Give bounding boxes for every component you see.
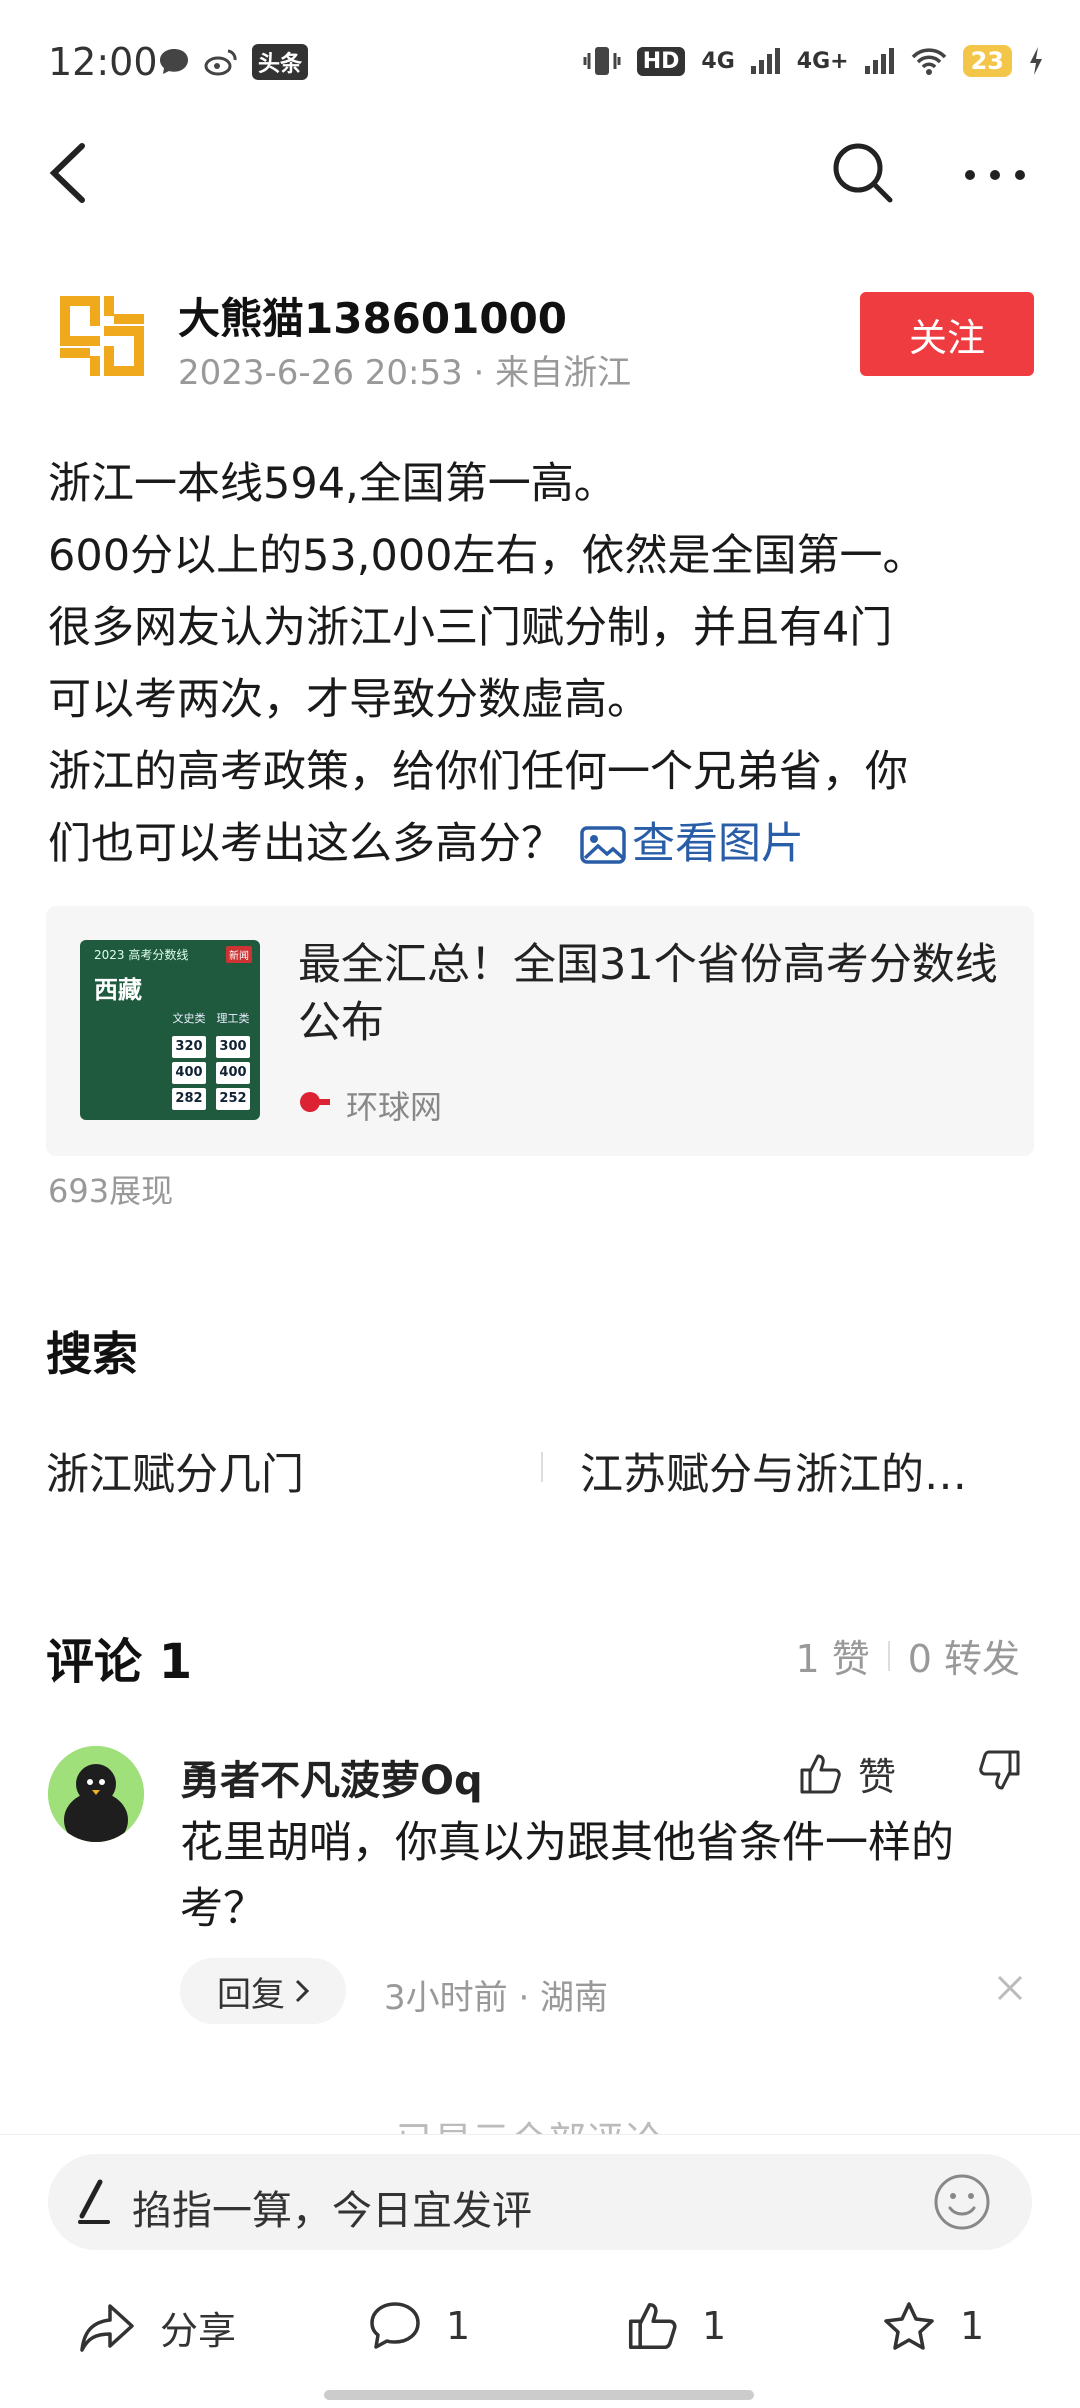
post-meta: 2023-6-26 20:53 · 来自浙江 bbox=[178, 353, 632, 393]
home-indicator[interactable] bbox=[324, 2390, 754, 2400]
post-body: 浙江一本线594,全国第一高。 600分以上的53,000左右，依然是全国第一。… bbox=[48, 448, 1048, 880]
signal-icon bbox=[864, 48, 894, 74]
charging-icon bbox=[1030, 47, 1042, 75]
signal-icon bbox=[750, 48, 780, 74]
vibrate-icon bbox=[583, 47, 621, 75]
search-suggestion[interactable]: 江苏赋分与浙江的… bbox=[580, 1440, 967, 1502]
thumb-col-header: 文史类 bbox=[172, 1012, 206, 1025]
avatar-image bbox=[52, 286, 152, 386]
reply-label: 回复 bbox=[217, 1974, 285, 2015]
back-button[interactable] bbox=[40, 138, 100, 208]
post-line: 浙江一本线594,全国第一高。 bbox=[48, 459, 617, 509]
hd-icon: HD bbox=[636, 46, 686, 76]
divider bbox=[541, 1452, 543, 1482]
share-icon bbox=[80, 2303, 134, 2352]
search-icon bbox=[833, 143, 893, 203]
status-notification-icons: 头条 bbox=[158, 44, 309, 80]
shares-count: 0 转发 bbox=[907, 1637, 1020, 1681]
comments-title: 评论 1 bbox=[46, 1634, 193, 1690]
post-line: 浙江的高考政策，给你们任何一个兄弟省，你 bbox=[48, 747, 908, 797]
article-thumbnail: 2023 高考分数线 新闻 西藏 文史类 理工类 320 300 400 400… bbox=[80, 940, 260, 1120]
message-icon bbox=[160, 49, 188, 74]
thumb-top-label: 2023 高考分数线 bbox=[94, 948, 189, 962]
link-card[interactable]: 2023 高考分数线 新闻 西藏 文史类 理工类 320 300 400 400… bbox=[46, 906, 1034, 1156]
more-button[interactable] bbox=[960, 150, 1030, 200]
view-image-link[interactable]: 查看图片 bbox=[564, 819, 804, 869]
chevron-right-icon bbox=[295, 1979, 309, 2003]
search-button[interactable] bbox=[828, 138, 898, 208]
post-line: 很多网友认为浙江小三门赋分制，并且有4门 bbox=[48, 603, 893, 653]
battery-level: 23 bbox=[962, 45, 1012, 77]
status-bar: 12:00 头条 HD 4G 4G+ 23 bbox=[0, 0, 1080, 120]
post-line: 可以考两次，才导致分数虚高。 bbox=[48, 675, 650, 725]
comment-text: 花里胡哨，你真以为跟其他省条件一样的考？ bbox=[180, 1818, 954, 1934]
avatar-image bbox=[48, 1746, 144, 1842]
comment-button[interactable]: 1 bbox=[368, 2300, 470, 2352]
network-4g-plus-label: 4G+ bbox=[796, 48, 849, 74]
comment-dislike-button[interactable] bbox=[978, 1746, 1026, 1802]
image-icon bbox=[580, 826, 626, 864]
like-button[interactable]: 1 bbox=[626, 2300, 726, 2352]
network-4g-label: 4G bbox=[701, 48, 735, 74]
thumb-cell: 320 bbox=[172, 1036, 206, 1058]
thumbs-up-icon bbox=[628, 2302, 677, 2350]
emoji-button[interactable] bbox=[932, 2172, 992, 2232]
more-icon bbox=[965, 170, 1025, 180]
comment-count: 1 bbox=[446, 2304, 471, 2348]
likes-count: 1 赞 bbox=[795, 1637, 870, 1681]
reply-button[interactable]: 回复 bbox=[180, 1958, 346, 2024]
post-stats: 1 赞 0 转发 bbox=[795, 1628, 1020, 1683]
thumb-cell: 282 bbox=[172, 1088, 206, 1110]
smile-icon bbox=[934, 2174, 990, 2230]
search-suggestion[interactable]: 浙江赋分几门 bbox=[46, 1440, 304, 1502]
commenter-avatar[interactable] bbox=[48, 1746, 144, 1842]
status-time: 12:00 bbox=[48, 40, 158, 84]
commenter-name[interactable]: 勇者不凡菠萝Oq bbox=[180, 1748, 483, 1806]
view-image-label: 查看图片 bbox=[632, 819, 804, 869]
impressions-count: 693展现 bbox=[48, 1172, 174, 1210]
toutiao-icon: 头条 bbox=[252, 44, 309, 80]
post-line: 600分以上的53,000左右，依然是全国第一。 bbox=[48, 531, 926, 581]
like-count: 1 bbox=[702, 2304, 727, 2348]
thumb-cell: 300 bbox=[216, 1036, 250, 1058]
comment-like-button[interactable]: 赞 bbox=[798, 1746, 896, 1801]
status-system-icons: HD 4G 4G+ 23 bbox=[583, 44, 1044, 78]
chevron-left-icon bbox=[49, 143, 85, 203]
share-button[interactable]: 分享 bbox=[78, 2300, 236, 2355]
divider bbox=[887, 1640, 890, 1671]
thumb-tag: 新闻 bbox=[226, 946, 252, 963]
post-line: 们也可以考出这么多高分？ bbox=[48, 819, 564, 869]
search-heading: 搜索 bbox=[46, 1327, 138, 1381]
pen-icon bbox=[78, 2179, 110, 2224]
post-last-line: 们也可以考出这么多高分？ 查看图片 bbox=[48, 808, 1048, 880]
comment-time-location: 3小时前 · 湖南 bbox=[384, 1978, 609, 2018]
author-avatar[interactable] bbox=[52, 286, 152, 386]
thumb-region: 西藏 bbox=[94, 976, 142, 1004]
thumbs-up-icon bbox=[800, 1754, 841, 1793]
thumbs-down-icon bbox=[979, 1750, 1020, 1790]
thumb-col-header: 理工类 bbox=[216, 1012, 250, 1025]
thumb-cell: 400 bbox=[216, 1062, 250, 1084]
weibo-icon bbox=[204, 49, 237, 76]
source-logo-icon bbox=[300, 1092, 330, 1112]
all-comments-shown: 已显示全部评论 bbox=[396, 2110, 662, 2136]
article-source: 环球网 bbox=[346, 1088, 443, 1126]
thumb-cell: 252 bbox=[216, 1088, 250, 1110]
comment-input-placeholder[interactable]: 掐指一算，今日宜发评 bbox=[132, 2178, 532, 2236]
star-icon bbox=[884, 2302, 934, 2350]
share-label: 分享 bbox=[160, 2309, 237, 2353]
thumb-table: 文史类 理工类 320 300 400 400 282 252 bbox=[94, 1010, 250, 1114]
comment-like-label: 赞 bbox=[858, 1755, 897, 1799]
article-title: 最全汇总！全国31个省份高考分数线公布 bbox=[298, 940, 998, 1048]
close-icon bbox=[997, 1975, 1023, 2001]
author-name[interactable]: 大熊猫138601000 bbox=[178, 285, 567, 346]
follow-button[interactable]: 关注 bbox=[860, 292, 1034, 376]
dismiss-comment-button[interactable] bbox=[994, 1972, 1026, 2004]
thumb-cell: 400 bbox=[172, 1062, 206, 1084]
favorite-button[interactable]: 1 bbox=[882, 2300, 984, 2352]
wifi-icon bbox=[911, 48, 946, 75]
comment-icon bbox=[370, 2302, 420, 2349]
favorite-count: 1 bbox=[960, 2304, 985, 2348]
